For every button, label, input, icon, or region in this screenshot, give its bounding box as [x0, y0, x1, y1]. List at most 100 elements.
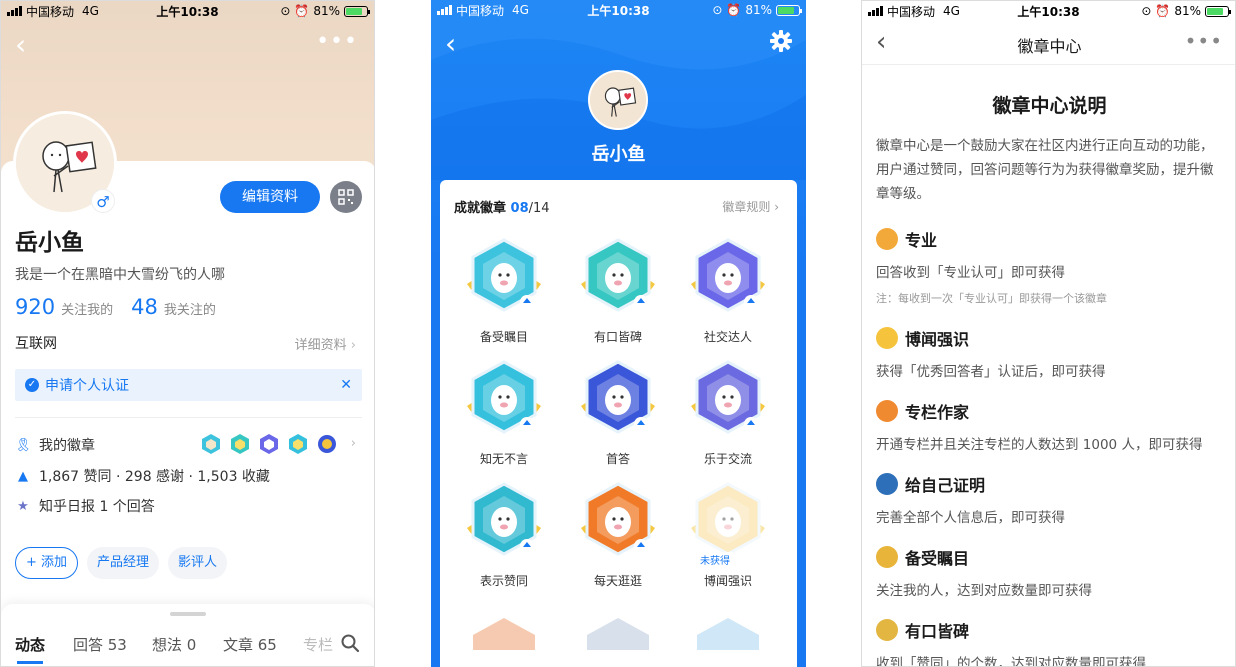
badge-item[interactable]: 备受瞩目 [449, 232, 559, 345]
badge-section-name: 有口皆碑 [905, 622, 970, 641]
tab-answers[interactable]: 回答 53 [73, 634, 127, 655]
more-icon[interactable]: ••• [316, 29, 358, 54]
tag-list: + 添加 产品经理 影评人 [15, 547, 228, 579]
badge-label: 表示赞同 [479, 574, 528, 588]
badge-section: 有口皆碑 收到「赞同」的个数，达到对应数量即可获得 [876, 618, 1231, 666]
badge-item-peek [673, 610, 783, 650]
gear-icon[interactable] [770, 30, 792, 52]
tab-thoughts[interactable]: 想法 0 [152, 634, 196, 655]
add-tag-button[interactable]: + 添加 [15, 547, 79, 579]
badge-label: 每天逛逛 [593, 574, 642, 588]
total-count: /14 [528, 201, 550, 216]
badge-label: 博闻强识 [703, 574, 752, 588]
badge-section-name: 专栏作家 [905, 403, 970, 422]
gender-male-icon: ♂ [91, 189, 115, 213]
badge-item[interactable]: 知无不言 [449, 354, 559, 467]
badge-item[interactable]: 每天逛逛 [563, 476, 673, 589]
signal-icon [7, 6, 22, 16]
badge-section-title: 有口皆碑 [876, 618, 1231, 642]
badge-item[interactable]: 表示赞同 [449, 476, 559, 589]
battery-icon [1205, 5, 1231, 17]
back-icon[interactable]: ‹ [445, 30, 456, 58]
close-icon[interactable]: ✕ [340, 377, 352, 393]
badge-emblem-icon [876, 327, 898, 349]
page-title: 徽章中心 [1017, 37, 1082, 56]
badge-section-name: 备受瞩目 [905, 549, 970, 568]
alarm-icon: ⏰ [726, 3, 742, 17]
my-badges-row[interactable]: 🎗 我的徽章 [15, 435, 95, 455]
carrier: 中国移动 [26, 4, 75, 19]
verify-banner[interactable]: ✓ 申请个人认证 ✕ [15, 369, 362, 401]
badge-mini-icon [317, 433, 337, 455]
qr-code-button[interactable] [330, 181, 362, 213]
badge-ribbon-icon: 🎗 [15, 437, 32, 453]
industry: 互联网 [15, 336, 57, 352]
badge-label: 首答 [605, 452, 630, 466]
nav-bar: ‹ 徽章中心 ••• [862, 21, 1235, 65]
signal-icon [868, 6, 883, 16]
locked-badge-label: 未获得 [697, 552, 733, 567]
tag-chip[interactable]: 产品经理 [87, 547, 160, 579]
badge-item[interactable]: 首答 [563, 354, 673, 467]
badge-emblem-icon [581, 360, 655, 434]
tab-articles[interactable]: 文章 65 [223, 634, 277, 655]
badge-mini-icon [230, 433, 250, 455]
badge-item[interactable]: 未获得博闻强识 [673, 476, 783, 589]
edit-profile-button[interactable]: 编辑资料 [220, 181, 320, 213]
alarm-icon: ⏰ [1155, 4, 1171, 18]
stats-row: ▲ 1,867 赞同 · 298 感谢 · 1,503 收藏 [15, 466, 270, 486]
badge-section-title: 备受瞩目 [876, 545, 1231, 569]
stats-line: 1,867 赞同 · 298 感谢 · 1,503 收藏 [39, 469, 270, 485]
tag-chip[interactable]: 影评人 [168, 547, 228, 579]
followers-label[interactable]: 关注我的 [61, 299, 113, 318]
search-icon[interactable] [340, 633, 360, 653]
following-label[interactable]: 我关注的 [164, 299, 216, 318]
daily-row[interactable]: ★ 知乎日报 1 个回答 [15, 496, 155, 516]
badge-section-title: 专业 [876, 227, 1231, 251]
badge-emblem-icon [876, 619, 898, 641]
follow-stats: 920 关注我的 48 我关注的 [15, 295, 228, 319]
verified-check-icon: ✓ [25, 378, 39, 392]
badge-section-desc: 关注我的人，达到对应数量即可获得 [876, 583, 1092, 599]
badge-section-desc: 回答收到「专业认可」即可获得 [876, 265, 1065, 281]
badge-center-screen: 中国移动 4G 上午10:38 ⊙ ⏰ 81% ‹ 徽章中心 ••• 徽章中心说… [861, 0, 1236, 667]
tab-indicator [17, 661, 43, 664]
back-icon[interactable]: ‹ [15, 31, 26, 59]
badge-emblem-icon [876, 228, 898, 250]
badge-item[interactable]: 社交达人 [673, 232, 783, 345]
chevron-right-icon: › [350, 436, 356, 451]
earned-count: 08 [510, 201, 529, 216]
badge-emblem-icon [467, 482, 541, 556]
chevron-right-icon: › [774, 200, 779, 214]
detail-label: 详细资料 [294, 338, 347, 353]
achievement-panel: 成就徽章 08/14 徽章规则 › 备受瞩目 有口皆碑 社交达人知无不言 首答 乐于交流… [440, 180, 797, 667]
lock-rotation-icon: ⊙ [712, 3, 723, 17]
achievement-title: 成就徽章 [454, 201, 507, 216]
badge-label: 备受瞩目 [479, 330, 528, 344]
badge-item[interactable]: 有口皆碑 [563, 232, 673, 345]
status-bar: 中国移动 4G 上午10:38 ⊙ ⏰ 81% [1, 1, 374, 21]
following-count[interactable]: 48 [131, 295, 158, 319]
badge-label: 社交达人 [703, 330, 752, 344]
upvote-triangle-icon: ▲ [18, 468, 28, 484]
my-badges-label: 我的徽章 [39, 438, 95, 454]
badge-emblem-icon [691, 238, 765, 312]
badge-rules-link[interactable]: 徽章规则 › [722, 198, 779, 215]
tab-columns[interactable]: 专栏 [303, 634, 333, 655]
badge-section-name: 博闻强识 [905, 330, 970, 349]
more-icon[interactable]: ••• [1185, 29, 1223, 53]
badge-item[interactable]: 乐于交流 [673, 354, 783, 467]
badge-preview-list[interactable] [201, 433, 337, 455]
qr-code-icon [338, 189, 354, 205]
followers-count[interactable]: 920 [15, 295, 55, 319]
drag-handle[interactable] [170, 612, 206, 616]
daily-label: 知乎日报 1 个回答 [39, 499, 155, 515]
badge-emblem-icon [697, 618, 759, 650]
badge-emblem-icon [876, 400, 898, 422]
tab-activity[interactable]: 动态 [15, 634, 45, 655]
badge-section-title: 博闻强识 [876, 326, 1231, 350]
badge-section-name: 专业 [905, 231, 938, 250]
divider [15, 417, 362, 418]
detail-link[interactable]: 详细资料 › [295, 334, 356, 353]
battery-percent: 81% [1174, 4, 1201, 18]
